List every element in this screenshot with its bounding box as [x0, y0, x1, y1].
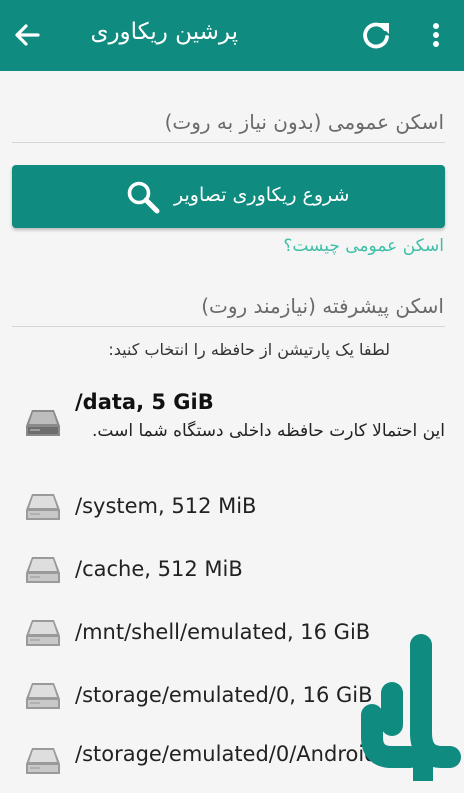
advanced-scan-heading: اسکن پیشرفته (نیازمند روت) — [201, 294, 444, 318]
partition-name: /mnt/shell/emulated, 16 GiB — [75, 620, 371, 644]
start-recovery-label: شروع ریکاوری تصاویر — [174, 184, 350, 206]
hard-disk-icon — [26, 683, 60, 709]
hard-disk-icon — [26, 748, 60, 774]
partition-name: /cache, 512 MiB — [75, 557, 243, 581]
hard-disk-icon — [26, 494, 60, 520]
partition-hint: لطفا یک پارتیشن از حافظه را انتخاب کنید: — [108, 340, 390, 359]
partition-name: /data, 5 GiB — [75, 390, 214, 414]
app-bar: پرشین ریکاوری — [0, 0, 464, 71]
general-scan-heading: اسکن عمومی (بدون نیاز به روت) — [164, 110, 444, 134]
start-recovery-button[interactable]: شروع ریکاوری تصاویر — [12, 165, 445, 228]
refresh-icon[interactable] — [358, 17, 394, 53]
page-title: پرشین ریکاوری — [90, 19, 238, 45]
divider — [12, 142, 445, 143]
search-icon — [127, 181, 160, 214]
partition-name: /storage/emulated/0/Android/ — [75, 742, 385, 766]
partition-name: /storage/emulated/0, 16 GiB — [75, 683, 373, 707]
more-vert-icon[interactable] — [424, 18, 448, 52]
hard-disk-icon — [26, 557, 60, 583]
hard-disk-icon — [26, 620, 60, 646]
hard-disk-icon — [26, 410, 60, 436]
partition-description: این احتمالا کارت حافظه داخلی دستگاه شما … — [92, 421, 445, 441]
store-logo-watermark — [361, 634, 461, 781]
partition-name: /system, 512 MiB — [75, 494, 257, 518]
divider — [12, 326, 445, 327]
arrow-back-icon[interactable] — [10, 18, 44, 52]
what-is-general-scan-link[interactable]: اسکن عمومی چیست؟ — [283, 236, 444, 256]
